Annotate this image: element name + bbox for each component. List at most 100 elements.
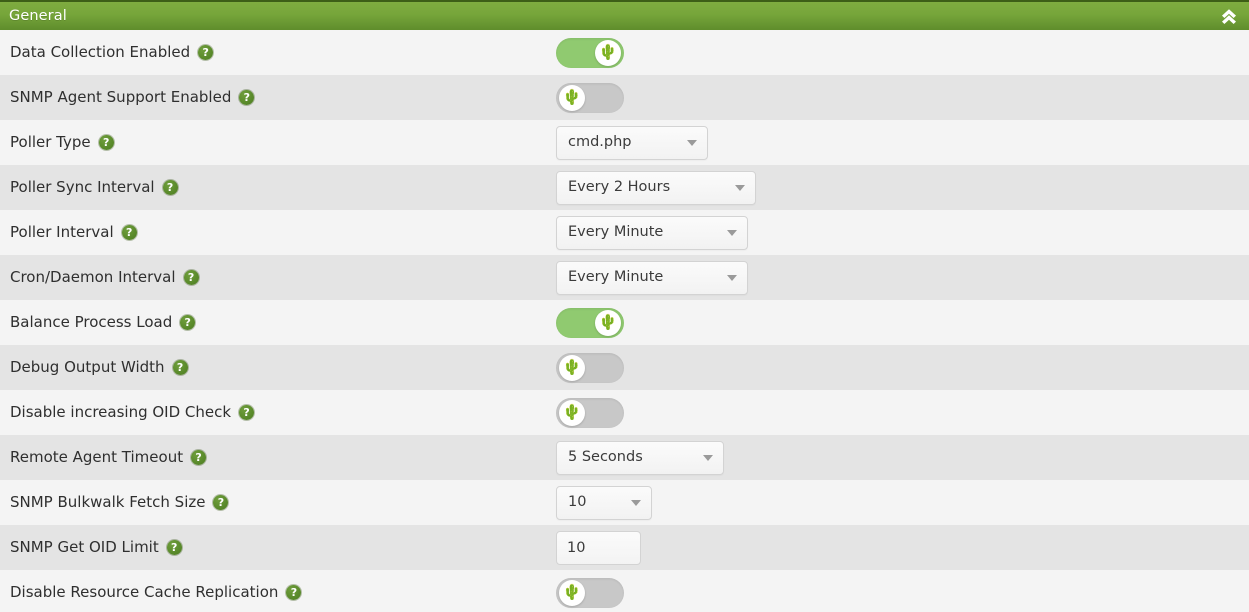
dropdown-value: 5 Seconds (568, 449, 643, 466)
help-icon[interactable]: ? (191, 450, 207, 465)
setting-label-text: Balance Process Load (10, 313, 173, 331)
general-settings-panel: General Data Collection Enabled? 🌵 SNMP Ag… (0, 0, 1249, 612)
setting-label: Debug Output Width? (0, 360, 556, 375)
help-icon[interactable]: ? (180, 315, 196, 330)
setting-label-text: SNMP Bulkwalk Fetch Size (10, 493, 206, 511)
help-icon[interactable]: ? (286, 585, 302, 600)
settings-row: Debug Output Width? 🌵 (0, 345, 1249, 390)
double-chevron-up-icon[interactable] (1218, 5, 1240, 27)
help-icon[interactable]: ? (198, 45, 214, 60)
cactus-icon: 🌵 (595, 39, 621, 66)
settings-row: Disable increasing OID Check? 🌵 (0, 390, 1249, 435)
chevron-down-icon (727, 274, 737, 281)
setting-label: Poller Type? (0, 135, 556, 150)
toggle-switch[interactable]: 🌵 (556, 352, 624, 383)
dropdown-select[interactable]: Every Minute (556, 260, 748, 295)
setting-control: Every Minute (556, 215, 1249, 250)
setting-label: Disable Resource Cache Replication? (0, 585, 556, 600)
setting-label-text: Cron/Daemon Interval (10, 268, 176, 286)
setting-label-text: Poller Sync Interval (10, 178, 155, 196)
setting-control (556, 530, 1249, 565)
setting-label: Remote Agent Timeout? (0, 450, 556, 465)
setting-control: 🌵 (556, 352, 1249, 383)
setting-label: Disable increasing OID Check? (0, 405, 556, 420)
chevron-down-icon (703, 454, 713, 461)
setting-label-text: SNMP Agent Support Enabled (10, 88, 232, 106)
help-icon[interactable]: ? (121, 225, 137, 240)
settings-row: Poller Interval? Every Minute (0, 210, 1249, 255)
settings-row: Disable Resource Cache Replication? 🌵 (0, 570, 1249, 612)
chevron-down-icon (735, 184, 745, 191)
settings-rows: Data Collection Enabled? 🌵 SNMP Agent Supp… (0, 30, 1249, 612)
panel-title: General (9, 7, 67, 24)
settings-row: Balance Process Load? 🌵 (0, 300, 1249, 345)
toggle-switch[interactable]: 🌵 (556, 307, 624, 338)
setting-control: 🌵 (556, 37, 1249, 68)
dropdown-select[interactable]: cmd.php (556, 125, 708, 160)
setting-control: 🌵 (556, 577, 1249, 608)
help-icon[interactable]: ? (213, 495, 229, 510)
toggle-switch[interactable]: 🌵 (556, 577, 624, 608)
help-icon[interactable]: ? (98, 135, 114, 150)
dropdown-select[interactable]: Every Minute (556, 215, 748, 250)
help-icon[interactable]: ? (172, 360, 188, 375)
text-input[interactable] (556, 530, 641, 565)
setting-control: Every 2 Hours (556, 170, 1249, 205)
settings-row: Poller Sync Interval? Every 2 Hours (0, 165, 1249, 210)
setting-label: Poller Interval? (0, 225, 556, 240)
setting-control: Every Minute (556, 260, 1249, 295)
settings-row: Remote Agent Timeout? 5 Seconds (0, 435, 1249, 480)
dropdown-select[interactable]: 10 (556, 485, 652, 520)
dropdown-value: 10 (568, 494, 587, 511)
toggle-switch[interactable]: 🌵 (556, 37, 624, 68)
setting-label-text: Disable increasing OID Check (10, 403, 232, 421)
settings-row: Poller Type? cmd.php (0, 120, 1249, 165)
setting-label: SNMP Bulkwalk Fetch Size? (0, 495, 556, 510)
help-icon[interactable]: ? (239, 90, 255, 105)
setting-control: 🌵 (556, 307, 1249, 338)
toggle-switch[interactable]: 🌵 (556, 82, 624, 113)
setting-control: 5 Seconds (556, 440, 1249, 475)
help-icon[interactable]: ? (166, 540, 182, 555)
dropdown-value: Every Minute (568, 269, 664, 286)
settings-row: Data Collection Enabled? 🌵 (0, 30, 1249, 75)
cactus-icon: 🌵 (559, 579, 585, 606)
setting-label: Balance Process Load? (0, 315, 556, 330)
help-icon[interactable]: ? (183, 270, 199, 285)
cactus-icon: 🌵 (595, 309, 621, 336)
dropdown-value: cmd.php (568, 134, 632, 151)
cactus-icon: 🌵 (559, 84, 585, 111)
setting-label: SNMP Agent Support Enabled? (0, 90, 556, 105)
setting-label: Cron/Daemon Interval? (0, 270, 556, 285)
setting-label-text: SNMP Get OID Limit (10, 538, 159, 556)
setting-control: 10 (556, 485, 1249, 520)
setting-label: SNMP Get OID Limit? (0, 540, 556, 555)
cactus-icon: 🌵 (559, 399, 585, 426)
help-icon[interactable]: ? (239, 405, 255, 420)
dropdown-select[interactable]: Every 2 Hours (556, 170, 756, 205)
setting-label-text: Debug Output Width (10, 358, 165, 376)
settings-row: SNMP Bulkwalk Fetch Size? 10 (0, 480, 1249, 525)
setting-label: Poller Sync Interval? (0, 180, 556, 195)
settings-row: SNMP Get OID Limit? (0, 525, 1249, 570)
setting-control: cmd.php (556, 125, 1249, 160)
setting-control: 🌵 (556, 82, 1249, 113)
setting-label-text: Disable Resource Cache Replication (10, 583, 279, 601)
settings-row: Cron/Daemon Interval? Every Minute (0, 255, 1249, 300)
chevron-down-icon (727, 229, 737, 236)
chevron-down-icon (687, 139, 697, 146)
setting-control: 🌵 (556, 397, 1249, 428)
setting-label-text: Data Collection Enabled (10, 43, 191, 61)
chevron-down-icon (631, 499, 641, 506)
settings-row: SNMP Agent Support Enabled? 🌵 (0, 75, 1249, 120)
dropdown-value: Every 2 Hours (568, 179, 671, 196)
toggle-switch[interactable]: 🌵 (556, 397, 624, 428)
cactus-icon: 🌵 (559, 354, 585, 381)
setting-label-text: Poller Interval (10, 223, 114, 241)
dropdown-select[interactable]: 5 Seconds (556, 440, 724, 475)
setting-label-text: Poller Type (10, 133, 91, 151)
setting-label: Data Collection Enabled? (0, 45, 556, 60)
panel-header: General (0, 0, 1249, 30)
help-icon[interactable]: ? (162, 180, 178, 195)
setting-label-text: Remote Agent Timeout (10, 448, 184, 466)
